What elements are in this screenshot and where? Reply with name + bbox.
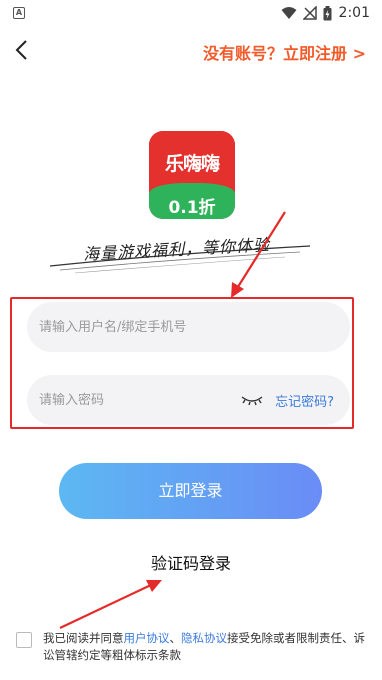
password-input[interactable] — [39, 375, 239, 425]
privacy-agreement-link[interactable]: 隐私协议 — [181, 631, 227, 645]
agreement-text: 我已阅读并同意用户协议、隐私协议接受免除或者限制责任、诉讼管辖约定等粗体标示条款 — [43, 630, 373, 664]
battery-icon — [323, 5, 332, 20]
status-time: 2:01 — [338, 5, 370, 21]
agreement-prefix: 我已阅读并同意 — [43, 631, 124, 645]
status-bar: A 2:01 — [0, 0, 382, 26]
eye-closed-icon[interactable] — [241, 392, 263, 408]
notification-icon: A — [13, 7, 25, 19]
chevron-left-icon — [15, 40, 27, 60]
username-field[interactable] — [27, 302, 350, 352]
logo-name: 乐嗨嗨 — [164, 153, 220, 175]
slogan-banner: 海量游戏福利，等你体验 — [45, 226, 315, 276]
arrow-to-sms-login — [59, 580, 162, 629]
password-field[interactable]: 忘记密码? — [27, 375, 350, 425]
logo-sub: 0.1折 — [168, 198, 216, 218]
back-button[interactable] — [8, 36, 36, 64]
app-logo: 乐嗨嗨 0.1折 — [149, 131, 235, 219]
username-input[interactable] — [39, 302, 239, 352]
login-button[interactable]: 立即登录 — [59, 463, 322, 519]
forgot-password-link[interactable]: 忘记密码? — [275, 391, 334, 410]
signal-icon — [303, 6, 317, 20]
system-icons — [281, 5, 332, 21]
agreement-separator: 、 — [169, 631, 182, 645]
sms-login-link[interactable]: 验证码登录 — [0, 550, 382, 574]
agreement-checkbox[interactable] — [16, 632, 32, 648]
register-link[interactable]: 没有账号？立即注册 > — [203, 40, 366, 64]
user-agreement-link[interactable]: 用户协议 — [124, 631, 170, 645]
wifi-icon — [281, 7, 297, 19]
